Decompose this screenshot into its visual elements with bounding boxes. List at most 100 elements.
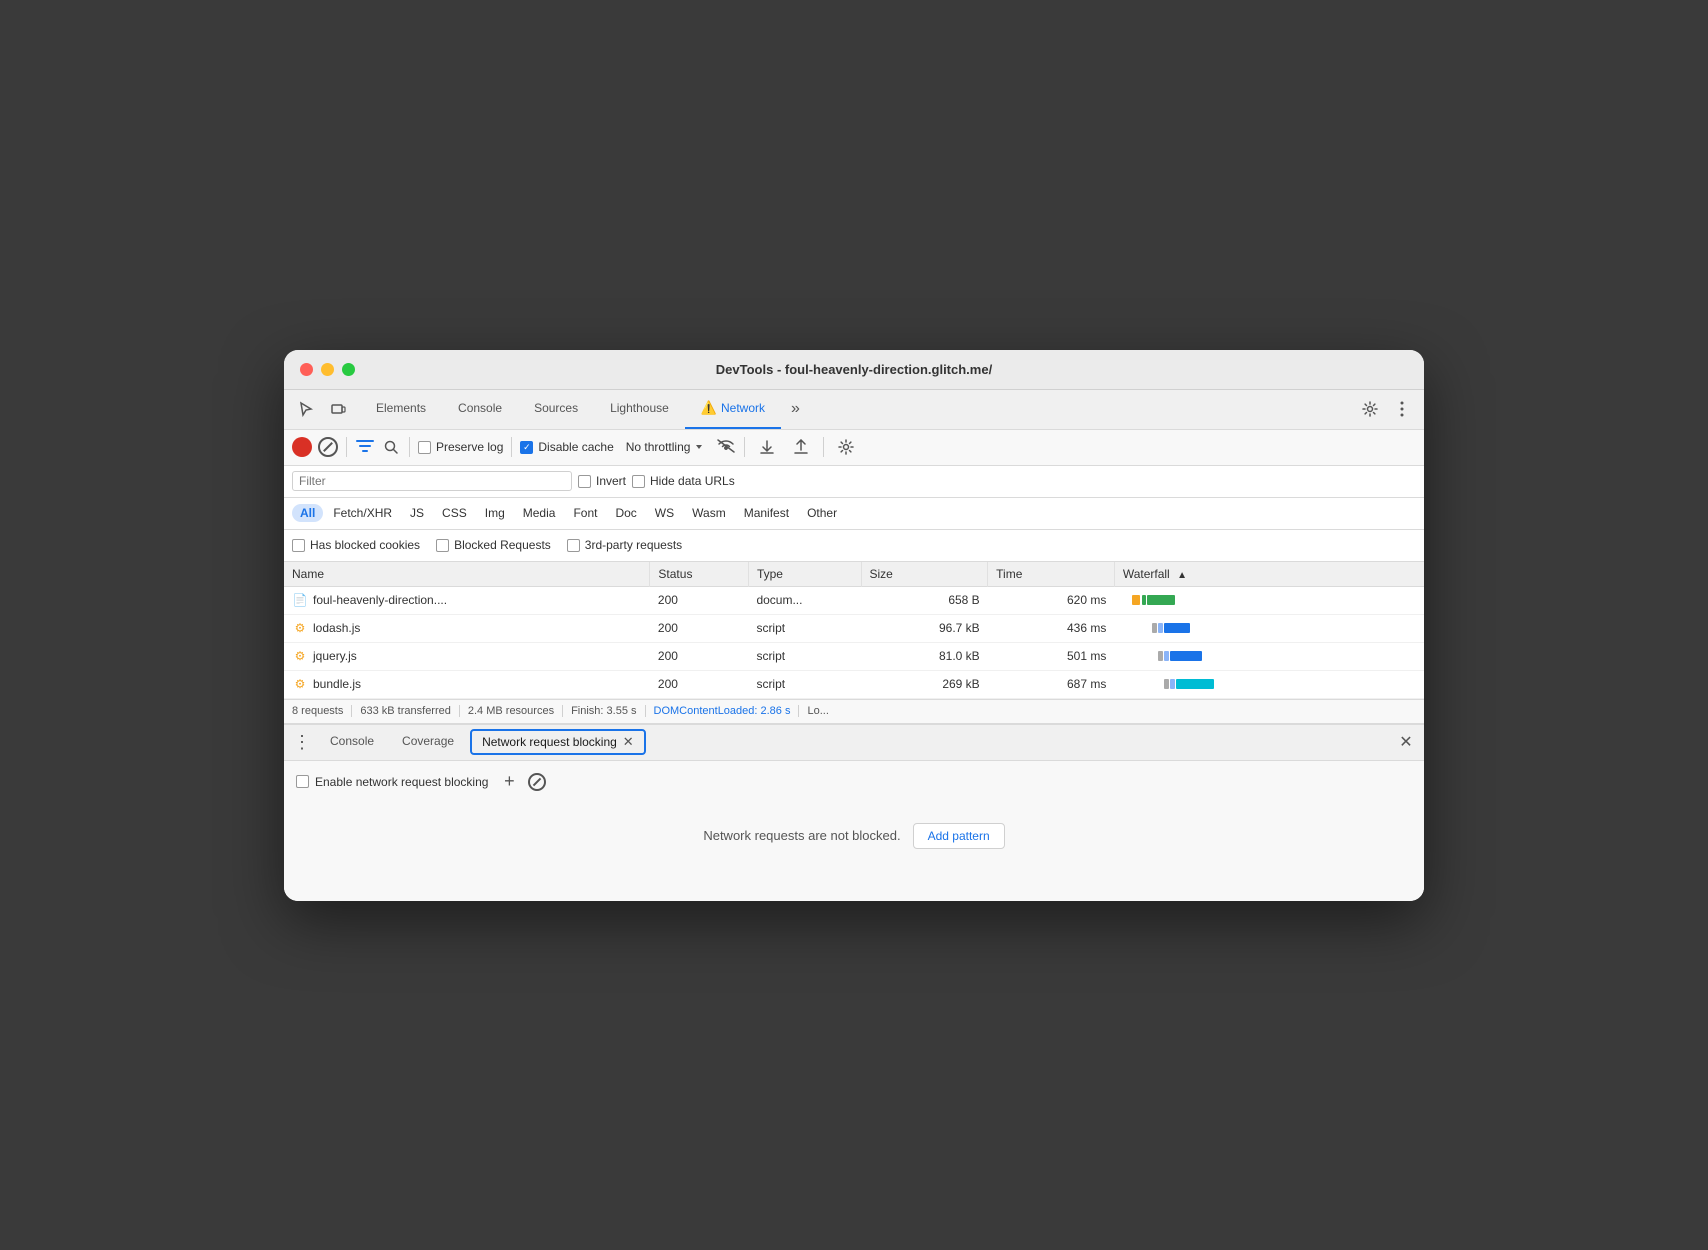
preserve-log-check[interactable] bbox=[418, 441, 431, 454]
type-btn-ws[interactable]: WS bbox=[647, 504, 682, 522]
table-row[interactable]: ⚙ bundle.js 200 script 269 kB 687 ms bbox=[284, 670, 1424, 698]
third-party-area[interactable]: 3rd-party requests bbox=[567, 538, 682, 552]
record-button[interactable] bbox=[292, 437, 312, 457]
close-button[interactable] bbox=[300, 363, 313, 376]
bottom-panel: ⋮ Console Coverage Network request block… bbox=[284, 725, 1424, 901]
type-btn-all[interactable]: All bbox=[292, 504, 323, 522]
online-icon[interactable] bbox=[716, 438, 736, 457]
sort-arrow-icon: ▲ bbox=[1177, 570, 1187, 581]
add-pattern-button[interactable]: Add pattern bbox=[913, 823, 1005, 849]
col-header-waterfall[interactable]: Waterfall ▲ bbox=[1114, 562, 1424, 587]
script-file-icon: ⚙ bbox=[292, 676, 308, 692]
add-pattern-icon[interactable]: + bbox=[498, 771, 520, 793]
import-icon[interactable] bbox=[753, 433, 781, 461]
responsive-icon[interactable] bbox=[324, 395, 352, 423]
panel-close-icon[interactable]: ✕ bbox=[1392, 728, 1420, 756]
filter-icon[interactable] bbox=[355, 437, 375, 457]
tab-sources[interactable]: Sources bbox=[518, 390, 594, 429]
preserve-log-checkbox[interactable]: Preserve log bbox=[418, 440, 503, 454]
blocked-requests-checkbox[interactable] bbox=[436, 539, 449, 552]
enable-blocking-label: Enable network request blocking bbox=[315, 775, 488, 789]
warning-icon: ⚠️ bbox=[701, 400, 717, 416]
cell-type-3: script bbox=[748, 670, 861, 698]
status-load: Lo... bbox=[799, 705, 836, 717]
filter-input[interactable] bbox=[292, 471, 572, 491]
bottom-menu-icon[interactable]: ⋮ bbox=[288, 728, 316, 756]
table-row[interactable]: 📄 foul-heavenly-direction.... 200 docum.… bbox=[284, 586, 1424, 614]
bottom-content: Enable network request blocking + Networ… bbox=[284, 761, 1424, 901]
col-header-status[interactable]: Status bbox=[650, 562, 749, 587]
cell-time-1: 436 ms bbox=[988, 614, 1115, 642]
blocked-cookies-checkbox[interactable] bbox=[292, 539, 305, 552]
invert-checkbox[interactable] bbox=[578, 475, 591, 488]
col-header-size[interactable]: Size bbox=[861, 562, 988, 587]
disable-cache-label: Disable cache bbox=[538, 440, 613, 454]
type-btn-img[interactable]: Img bbox=[477, 504, 513, 522]
tab-close-icon[interactable]: ✕ bbox=[623, 734, 634, 750]
table-row[interactable]: ⚙ jquery.js 200 script 81.0 kB 501 ms bbox=[284, 642, 1424, 670]
extra-filter-row: Has blocked cookies Blocked Requests 3rd… bbox=[284, 530, 1424, 562]
col-header-time[interactable]: Time bbox=[988, 562, 1115, 587]
hide-urls-label: Hide data URLs bbox=[650, 474, 735, 488]
more-tabs-button[interactable]: » bbox=[783, 400, 808, 418]
settings-icon[interactable] bbox=[1356, 395, 1384, 423]
cell-time-3: 687 ms bbox=[988, 670, 1115, 698]
col-header-type[interactable]: Type bbox=[748, 562, 861, 587]
type-btn-wasm[interactable]: Wasm bbox=[684, 504, 734, 522]
tab-console[interactable]: Console bbox=[442, 390, 518, 429]
network-table: Name Status Type Size Time Wat bbox=[284, 562, 1424, 699]
cell-status-3: 200 bbox=[650, 670, 749, 698]
type-btn-manifest[interactable]: Manifest bbox=[736, 504, 797, 522]
dropdown-arrow-icon bbox=[694, 442, 704, 452]
not-blocked-area: Network requests are not blocked. Add pa… bbox=[296, 823, 1412, 849]
enable-blocking-checkbox[interactable] bbox=[296, 775, 309, 788]
minimize-button[interactable] bbox=[321, 363, 334, 376]
table-row[interactable]: ⚙ lodash.js 200 script 96.7 kB 436 ms bbox=[284, 614, 1424, 642]
disable-cache-checkbox[interactable] bbox=[520, 441, 533, 454]
type-btn-js[interactable]: JS bbox=[402, 504, 432, 522]
tab-bar-right bbox=[1356, 395, 1416, 423]
throttling-select[interactable]: No throttling bbox=[620, 438, 711, 456]
hide-urls-checkbox-area[interactable]: Hide data URLs bbox=[632, 474, 735, 488]
cell-type-1: script bbox=[748, 614, 861, 642]
bottom-tab-console[interactable]: Console bbox=[316, 725, 388, 760]
clear-button[interactable] bbox=[318, 437, 338, 457]
more-options-icon[interactable] bbox=[1388, 395, 1416, 423]
invert-checkbox-area[interactable]: Invert bbox=[578, 474, 626, 488]
cell-size-1: 96.7 kB bbox=[861, 614, 988, 642]
bottom-tab-network-blocking[interactable]: Network request blocking ✕ bbox=[470, 729, 646, 755]
tab-lighthouse[interactable]: Lighthouse bbox=[594, 390, 685, 429]
search-icon[interactable] bbox=[381, 437, 401, 457]
bottom-tab-coverage[interactable]: Coverage bbox=[388, 725, 468, 760]
titlebar: DevTools - foul-heavenly-direction.glitc… bbox=[284, 350, 1424, 390]
cell-status-1: 200 bbox=[650, 614, 749, 642]
cell-type-2: script bbox=[748, 642, 861, 670]
cursor-icon[interactable] bbox=[292, 395, 320, 423]
type-btn-doc[interactable]: Doc bbox=[607, 504, 644, 522]
third-party-checkbox[interactable] bbox=[567, 539, 580, 552]
preserve-log-label: Preserve log bbox=[436, 440, 503, 454]
hide-urls-checkbox[interactable] bbox=[632, 475, 645, 488]
type-btn-media[interactable]: Media bbox=[515, 504, 564, 522]
no-entry-sm-icon[interactable] bbox=[528, 773, 546, 791]
cell-time-0: 620 ms bbox=[988, 586, 1115, 614]
cell-name-2: ⚙ jquery.js bbox=[284, 642, 650, 670]
cell-size-2: 81.0 kB bbox=[861, 642, 988, 670]
third-party-label: 3rd-party requests bbox=[585, 538, 682, 552]
tab-network[interactable]: ⚠️ Network bbox=[685, 390, 781, 429]
cell-size-0: 658 B bbox=[861, 586, 988, 614]
tab-elements[interactable]: Elements bbox=[360, 390, 442, 429]
type-btn-fetch-xhr[interactable]: Fetch/XHR bbox=[325, 504, 400, 522]
export-icon[interactable] bbox=[787, 433, 815, 461]
network-settings-icon[interactable] bbox=[832, 433, 860, 461]
blocked-cookies-area[interactable]: Has blocked cookies bbox=[292, 538, 420, 552]
col-header-name[interactable]: Name bbox=[284, 562, 650, 587]
type-btn-font[interactable]: Font bbox=[565, 504, 605, 522]
blocked-requests-label: Blocked Requests bbox=[454, 538, 551, 552]
filter-row: Invert Hide data URLs bbox=[284, 466, 1424, 498]
devtools-window: DevTools - foul-heavenly-direction.glitc… bbox=[284, 350, 1424, 901]
maximize-button[interactable] bbox=[342, 363, 355, 376]
type-btn-other[interactable]: Other bbox=[799, 504, 845, 522]
type-btn-css[interactable]: CSS bbox=[434, 504, 475, 522]
blocked-requests-area[interactable]: Blocked Requests bbox=[436, 538, 551, 552]
